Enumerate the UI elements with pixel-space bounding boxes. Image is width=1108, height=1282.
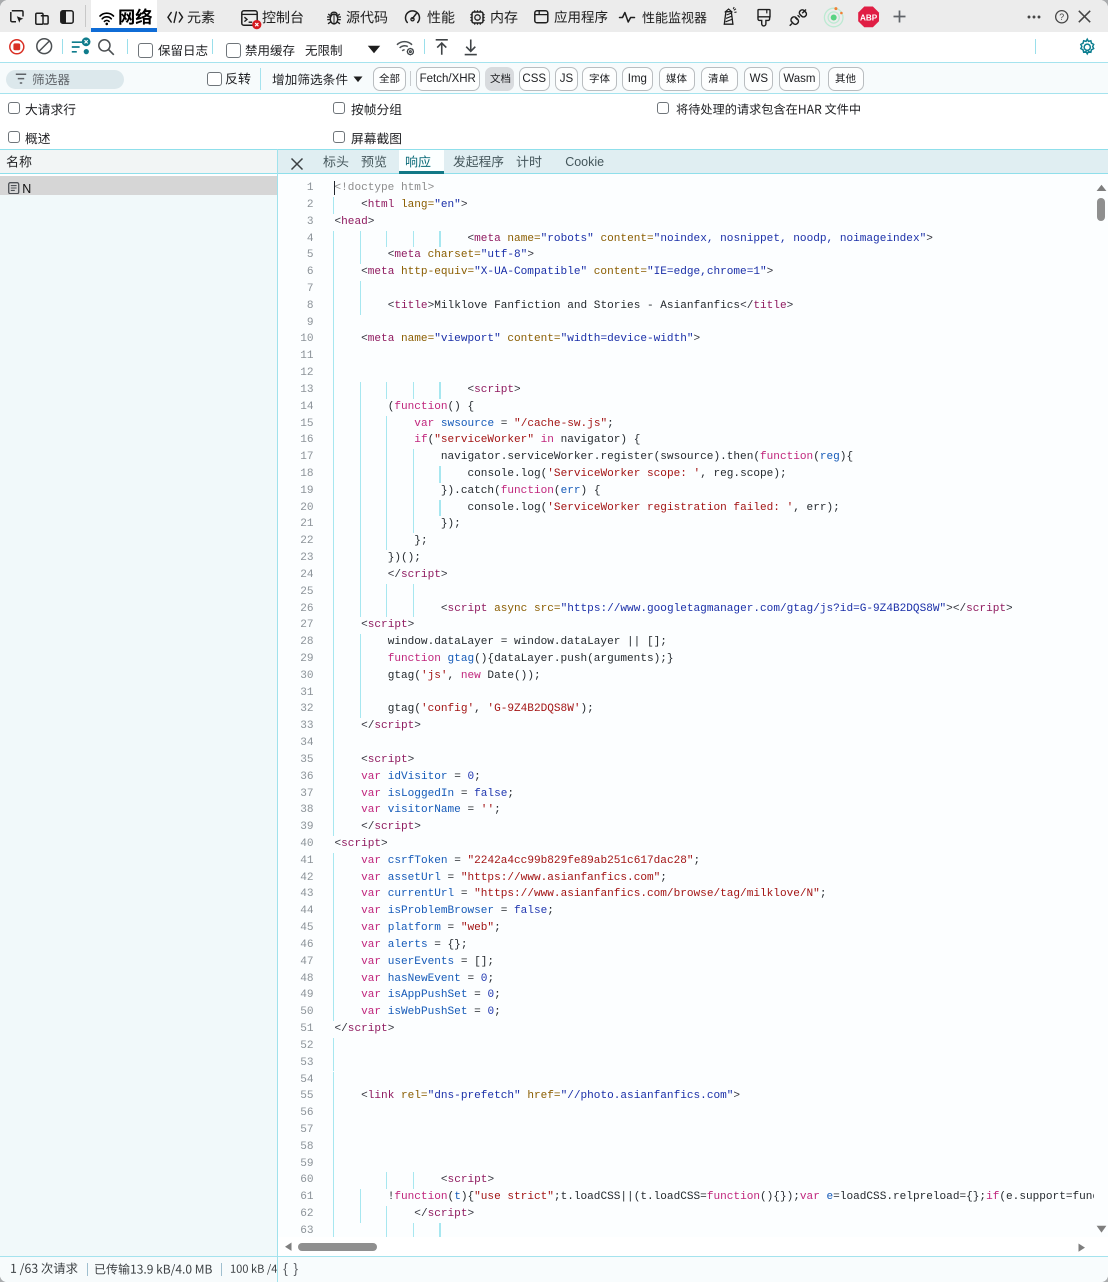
svg-text:ABP: ABP xyxy=(860,14,878,23)
svg-text:?: ? xyxy=(1059,12,1064,22)
